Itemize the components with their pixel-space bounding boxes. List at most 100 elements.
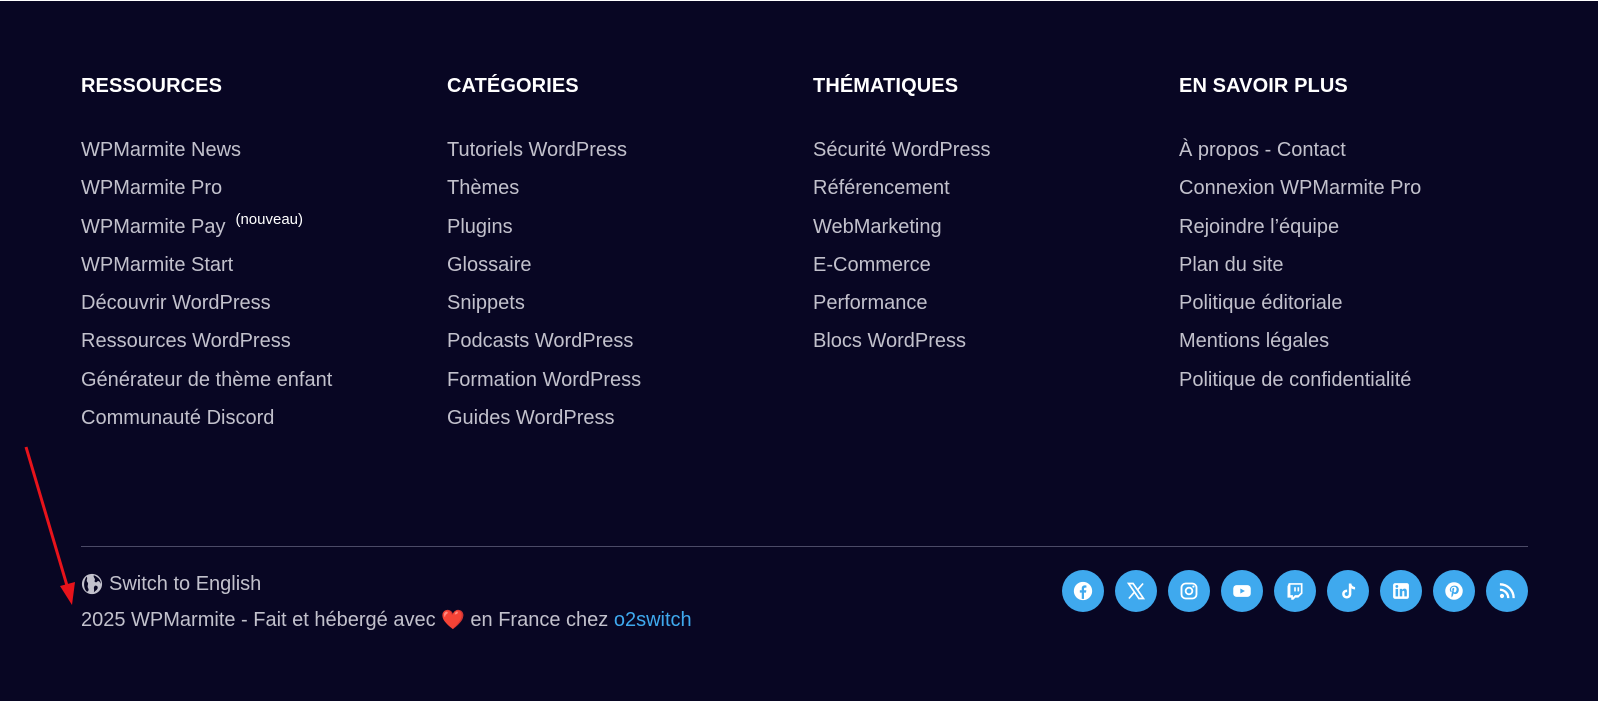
site-footer: RESSOURCES WPMarmite News WPMarmite Pro … bbox=[0, 1, 1598, 701]
social-links bbox=[1062, 570, 1528, 612]
list-item[interactable]: Blocs WordPress bbox=[813, 328, 1173, 366]
pinterest-icon bbox=[1445, 582, 1463, 600]
list-item[interactable]: Générateur de thème enfant bbox=[81, 367, 441, 405]
footer-link[interactable]: WPMarmite Pay bbox=[81, 216, 225, 238]
footer-column-en-savoir-plus: EN SAVOIR PLUS À propos - Contact Connex… bbox=[1179, 73, 1539, 405]
list-item[interactable]: E-Commerce bbox=[813, 252, 1173, 290]
footer-link[interactable]: Générateur de thème enfant bbox=[81, 369, 332, 391]
footer-link[interactable]: Glossaire bbox=[447, 254, 531, 276]
rss-icon bbox=[1499, 583, 1515, 599]
pinterest-button[interactable] bbox=[1433, 570, 1475, 612]
footer-link[interactable]: Guides WordPress bbox=[447, 407, 614, 429]
list-item[interactable]: Ressources WordPress bbox=[81, 328, 441, 366]
footer-link[interactable]: Podcasts WordPress bbox=[447, 330, 633, 352]
footer-divider bbox=[81, 546, 1528, 547]
footer-link[interactable]: WPMarmite Start bbox=[81, 254, 233, 276]
footer-link[interactable]: Blocs WordPress bbox=[813, 330, 966, 352]
linkedin-button[interactable] bbox=[1380, 570, 1422, 612]
footer-link[interactable]: Ressources WordPress bbox=[81, 330, 291, 352]
column-title: RESSOURCES bbox=[81, 75, 223, 97]
footer-column-thematiques: THÉMATIQUES Sécurité WordPress Référence… bbox=[813, 73, 1173, 367]
column-title: EN SAVOIR PLUS bbox=[1179, 75, 1348, 97]
list-item[interactable]: Plugins bbox=[447, 214, 807, 252]
footer-link[interactable]: Sécurité WordPress bbox=[813, 139, 990, 161]
list-item[interactable]: Découvrir WordPress bbox=[81, 290, 441, 328]
facebook-icon bbox=[1073, 581, 1093, 601]
footer-link[interactable]: Plugins bbox=[447, 216, 513, 238]
link-list: Tutoriels WordPress Thèmes Plugins Gloss… bbox=[447, 137, 807, 443]
list-item[interactable]: À propos - Contact bbox=[1179, 137, 1539, 175]
footer-link[interactable]: WebMarketing bbox=[813, 216, 942, 238]
twitch-icon bbox=[1287, 583, 1303, 600]
footer-link[interactable]: Rejoindre l’équipe bbox=[1179, 216, 1339, 238]
instagram-button[interactable] bbox=[1168, 570, 1210, 612]
list-item[interactable]: Tutoriels WordPress bbox=[447, 137, 807, 175]
list-item[interactable]: WebMarketing bbox=[813, 214, 1173, 252]
list-item[interactable]: Mentions légales bbox=[1179, 328, 1539, 366]
tiktok-icon bbox=[1342, 583, 1356, 599]
footer-link[interactable]: Référencement bbox=[813, 177, 950, 199]
link-list: WPMarmite News WPMarmite Pro WPMarmite P… bbox=[81, 137, 441, 443]
x-button[interactable] bbox=[1115, 570, 1157, 612]
list-item[interactable]: Communauté Discord bbox=[81, 405, 441, 443]
list-item[interactable]: Guides WordPress bbox=[447, 405, 807, 443]
x-icon bbox=[1126, 582, 1146, 600]
footer-link[interactable]: WPMarmite News bbox=[81, 139, 241, 161]
globe-icon bbox=[81, 573, 103, 595]
instagram-icon bbox=[1180, 582, 1198, 600]
list-item[interactable]: Glossaire bbox=[447, 252, 807, 290]
footer-link[interactable]: Politique éditoriale bbox=[1179, 292, 1342, 314]
list-item[interactable]: Thèmes bbox=[447, 175, 807, 213]
footer-link[interactable]: Communauté Discord bbox=[81, 407, 274, 429]
list-item[interactable]: WPMarmite Start bbox=[81, 252, 441, 290]
language-switch[interactable]: Switch to English bbox=[81, 571, 261, 597]
tiktok-button[interactable] bbox=[1327, 570, 1369, 612]
footer-link[interactable]: Mentions légales bbox=[1179, 330, 1329, 352]
twitch-button[interactable] bbox=[1274, 570, 1316, 612]
footer-link[interactable]: Découvrir WordPress bbox=[81, 292, 271, 314]
footer-link[interactable]: Thèmes bbox=[447, 177, 519, 199]
language-switch-label[interactable]: Switch to English bbox=[109, 573, 261, 596]
list-item[interactable]: Politique de confidentialité bbox=[1179, 367, 1539, 405]
link-list: Sécurité WordPress Référencement WebMark… bbox=[813, 137, 1173, 367]
heart-icon: ❤️ bbox=[441, 610, 465, 631]
footer-link[interactable]: WPMarmite Pro bbox=[81, 177, 222, 199]
copyright-text: 2025 WPMarmite - Fait et hébergé avec ❤️… bbox=[81, 607, 692, 633]
copyright-middle: en France chez bbox=[470, 609, 609, 631]
list-item[interactable]: Formation WordPress bbox=[447, 367, 807, 405]
list-item[interactable]: Performance bbox=[813, 290, 1173, 328]
list-item[interactable]: Politique éditoriale bbox=[1179, 290, 1539, 328]
list-item[interactable]: WPMarmite Pay (nouveau) bbox=[81, 210, 441, 252]
list-item[interactable]: Connexion WPMarmite Pro bbox=[1179, 175, 1539, 213]
footer-link[interactable]: Connexion WPMarmite Pro bbox=[1179, 177, 1421, 199]
list-item[interactable]: Plan du site bbox=[1179, 252, 1539, 290]
footer-link[interactable]: Performance bbox=[813, 292, 928, 314]
list-item[interactable]: WPMarmite News bbox=[81, 137, 441, 175]
youtube-icon bbox=[1233, 585, 1251, 597]
host-link[interactable]: o2switch bbox=[614, 609, 692, 631]
rss-button[interactable] bbox=[1486, 570, 1528, 612]
list-item[interactable]: WPMarmite Pro bbox=[81, 175, 441, 213]
youtube-button[interactable] bbox=[1221, 570, 1263, 612]
linkedin-icon bbox=[1393, 583, 1409, 599]
column-title: THÉMATIQUES bbox=[813, 75, 959, 97]
link-list: À propos - Contact Connexion WPMarmite P… bbox=[1179, 137, 1539, 405]
footer-column-categories: CATÉGORIES Tutoriels WordPress Thèmes Pl… bbox=[447, 73, 807, 443]
list-item[interactable]: Référencement bbox=[813, 175, 1173, 213]
footer-link[interactable]: Politique de confidentialité bbox=[1179, 369, 1411, 391]
footer-link[interactable]: Formation WordPress bbox=[447, 369, 641, 391]
footer-link[interactable]: À propos - Contact bbox=[1179, 139, 1346, 161]
footer-column-ressources: RESSOURCES WPMarmite News WPMarmite Pro … bbox=[81, 73, 441, 443]
new-badge: (nouveau) bbox=[235, 210, 304, 228]
footer-link[interactable]: Snippets bbox=[447, 292, 525, 314]
list-item[interactable]: Podcasts WordPress bbox=[447, 328, 807, 366]
copyright-prefix: 2025 WPMarmite - Fait et hébergé avec bbox=[81, 609, 436, 631]
list-item[interactable]: Rejoindre l’équipe bbox=[1179, 214, 1539, 252]
facebook-button[interactable] bbox=[1062, 570, 1104, 612]
column-title: CATÉGORIES bbox=[447, 75, 579, 97]
footer-link[interactable]: Plan du site bbox=[1179, 254, 1284, 276]
list-item[interactable]: Snippets bbox=[447, 290, 807, 328]
list-item[interactable]: Sécurité WordPress bbox=[813, 137, 1173, 175]
footer-link[interactable]: E-Commerce bbox=[813, 254, 931, 276]
footer-link[interactable]: Tutoriels WordPress bbox=[447, 139, 627, 161]
